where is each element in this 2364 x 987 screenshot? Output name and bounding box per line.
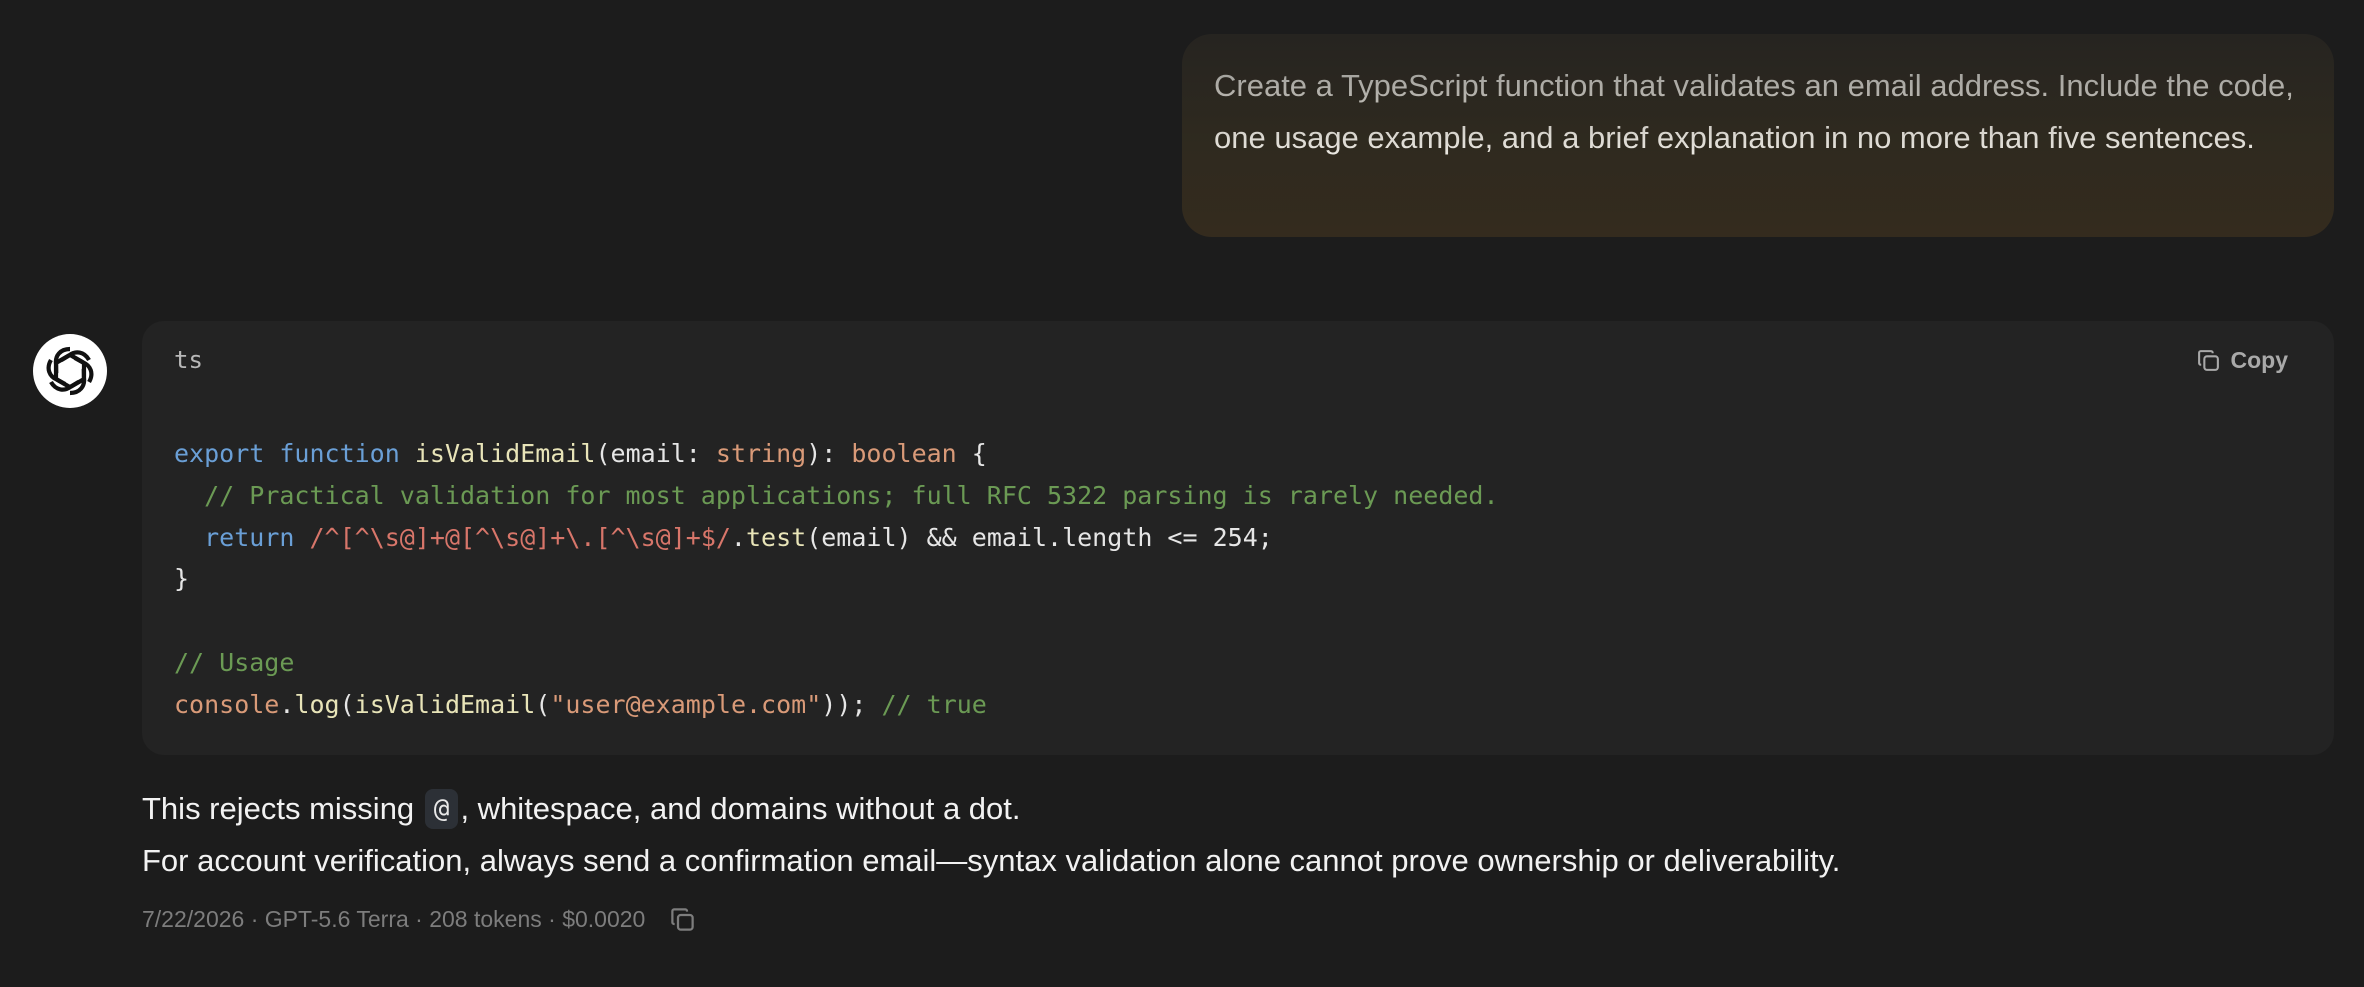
code-content: export function isValidEmail(email: stri… (174, 433, 1499, 726)
code-token: export (174, 439, 265, 468)
copy-button-label: Copy (2230, 347, 2289, 373)
code-token: log (294, 689, 340, 719)
code-token: (email: (595, 439, 716, 468)
code-token: boolean (851, 439, 957, 468)
code-token: )); (821, 689, 882, 719)
copy-icon (671, 908, 695, 931)
code-line: return /^[^\s@]+@[^\s@]+\.[^\s@]+$/.test… (174, 517, 1499, 559)
code-token: return (204, 522, 295, 552)
assistant-explanation: This rejects missing @, whitespace, and … (142, 783, 2292, 887)
code-token: ): (806, 439, 852, 468)
code-token: // Usage (174, 647, 295, 677)
code-line: console.log(isValidEmail("user@example.c… (174, 684, 1499, 726)
code-line: // Usage (174, 642, 1499, 684)
code-token: function (279, 439, 400, 468)
chat-page: Create a TypeScript function that valida… (0, 0, 2364, 987)
copy-message-button[interactable] (669, 906, 696, 933)
inline-code: @ (424, 789, 459, 829)
code-token: // Practical validation for most applica… (204, 480, 1499, 510)
code-token: ( (339, 689, 355, 719)
code-line: export function isValidEmail(email: stri… (174, 433, 1499, 475)
user-message-text: Create a TypeScript function that valida… (1214, 60, 2302, 164)
explanation-line-1: This rejects missing @, whitespace, and … (142, 783, 2292, 835)
copy-code-button[interactable]: Copy (2196, 347, 2289, 374)
code-token: . (730, 522, 746, 552)
copy-icon (2197, 350, 2219, 371)
code-token: console (174, 689, 280, 719)
message-meta: 7/22/2026 · GPT-5.6 Terra · 208 tokens ·… (142, 906, 696, 933)
code-token: "user@example.com" (550, 689, 822, 719)
code-line: } (174, 558, 1499, 600)
code-token: isValidEmail (354, 689, 536, 719)
code-token: . (279, 689, 295, 719)
message-meta-text: 7/22/2026 · GPT-5.6 Terra · 208 tokens ·… (142, 906, 646, 932)
openai-logo-icon (38, 339, 102, 403)
code-token: // true (881, 689, 987, 719)
code-token: { (956, 439, 987, 468)
code-token: isValidEmail (414, 439, 596, 468)
explanation-line-2: For account verification, always send a … (142, 843, 1841, 878)
code-token: string (715, 439, 807, 468)
user-message-bubble: Create a TypeScript function that valida… (1182, 34, 2334, 237)
code-block: ts Copy export function isValidEmail(ema… (142, 321, 2334, 755)
code-token: (email) && email.length <= 254; (806, 522, 1273, 552)
code-token: ( (535, 689, 551, 719)
code-language-label: ts (174, 346, 203, 374)
code-line: // Practical validation for most applica… (174, 475, 1499, 517)
code-token: /^[^\s@]+@[^\s@]+\.[^\s@]+$/ (309, 522, 731, 552)
code-token: test (745, 522, 807, 552)
code-token: } (174, 564, 190, 594)
assistant-avatar (33, 334, 107, 408)
